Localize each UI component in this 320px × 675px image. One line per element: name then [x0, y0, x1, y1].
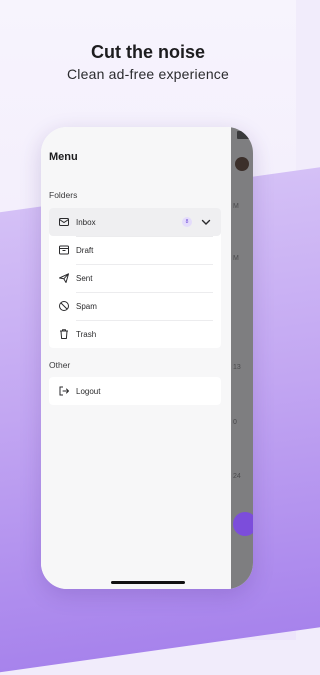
chevron-down-icon[interactable] [200, 216, 212, 228]
list-fragment: M [233, 203, 239, 210]
folder-item-inbox[interactable]: Inbox 8 [49, 208, 221, 236]
promo-headline: Cut the noise [90, 42, 205, 62]
draft-icon [58, 244, 70, 256]
logout-label: Logout [76, 386, 101, 396]
list-fragment: M [233, 255, 239, 262]
folder-item-draft[interactable]: Draft [49, 236, 221, 264]
home-indicator[interactable] [111, 581, 185, 584]
folder-item-label: Spam [76, 301, 97, 311]
spam-icon [58, 300, 70, 312]
logout-button[interactable]: Logout [49, 377, 221, 405]
list-fragment: 24 [233, 473, 241, 480]
folder-item-spam[interactable]: Spam [49, 292, 221, 320]
trash-icon [58, 328, 70, 340]
logout-icon [58, 385, 70, 397]
send-icon [58, 272, 70, 284]
promo-subhead: Clean ad-free experience [66, 66, 229, 82]
folder-item-label: Draft [76, 245, 94, 255]
battery-icon [237, 131, 251, 139]
drawer-title: Menu [49, 151, 78, 163]
compose-fab[interactable] [233, 512, 253, 536]
folders-section-label: Folders [49, 190, 78, 200]
other-card: Logout [49, 377, 221, 405]
folder-item-label: Sent [76, 273, 93, 283]
inbox-icon [58, 216, 70, 228]
other-section-label: Other [49, 360, 71, 370]
folder-item-sent[interactable]: Sent [49, 264, 221, 292]
phone-frame: M M 13 0 24 Menu Folders Inbox 8 Draft S… [41, 127, 253, 589]
folder-item-label: Trash [76, 329, 97, 339]
list-fragment: 13 [233, 364, 241, 371]
unread-count-badge: 8 [182, 217, 192, 227]
folder-item-label: Inbox [76, 217, 96, 227]
avatar [235, 157, 249, 171]
background-inbox-list: M M 13 0 24 [231, 127, 253, 589]
list-fragment: 0 [233, 419, 237, 426]
folder-item-trash[interactable]: Trash [49, 320, 221, 348]
navigation-drawer: Menu Folders Inbox 8 Draft Sent Spam Tra… [41, 127, 231, 589]
folders-card: Inbox 8 Draft Sent Spam Trash [49, 208, 221, 348]
